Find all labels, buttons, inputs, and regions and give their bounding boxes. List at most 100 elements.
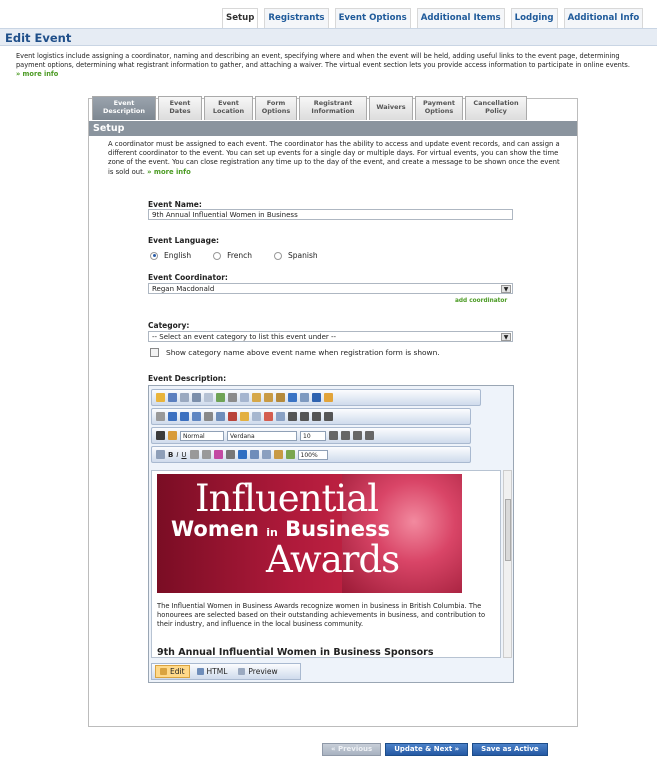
indent-icon[interactable] — [365, 431, 374, 440]
zoom-icon[interactable] — [237, 450, 247, 459]
find-icon[interactable] — [180, 393, 189, 402]
font-color-icon[interactable] — [156, 431, 165, 440]
save-as-active-button[interactable]: Save as Active — [472, 743, 548, 756]
align-justify-icon[interactable] — [324, 412, 333, 421]
form-icon[interactable] — [252, 412, 261, 421]
zoom-select[interactable]: 100% — [297, 449, 328, 460]
media-icon[interactable] — [228, 412, 237, 421]
paste-text-icon[interactable] — [264, 393, 273, 402]
italic-icon[interactable]: I — [176, 451, 178, 459]
print-icon[interactable] — [192, 393, 201, 402]
align-center-icon[interactable] — [300, 412, 309, 421]
language-option-french[interactable]: French — [213, 251, 252, 260]
update-next-button[interactable]: Update & Next » — [385, 743, 469, 756]
insert-icon[interactable] — [249, 450, 259, 459]
clean-format-icon[interactable] — [225, 450, 235, 459]
add-coordinator-link[interactable]: add coordinator — [455, 298, 507, 304]
horizontal-rule-icon[interactable] — [204, 412, 213, 421]
footer-buttons: « Previous Update & Next » Save as Activ… — [322, 743, 548, 756]
align-left-icon[interactable] — [288, 412, 297, 421]
paste-icon[interactable] — [252, 393, 261, 402]
tab-registrants[interactable]: Registrants — [264, 8, 329, 28]
outdent-icon[interactable] — [353, 431, 362, 440]
spellcheck-icon[interactable] — [216, 393, 225, 402]
radio-spanish[interactable] — [274, 251, 283, 260]
page-title: Edit Event — [5, 31, 72, 45]
cut-icon[interactable] — [228, 393, 237, 402]
align-right-icon[interactable] — [312, 412, 321, 421]
format-icon[interactable] — [213, 450, 223, 459]
editor-scrollbar[interactable] — [503, 470, 512, 658]
new-document-icon[interactable] — [156, 450, 165, 459]
html-mode-tab[interactable]: HTML — [193, 666, 232, 677]
subtab-line1: Waivers — [376, 103, 406, 111]
line-break-icon[interactable] — [276, 412, 285, 421]
category-select[interactable]: -- Select an event category to list this… — [148, 331, 513, 342]
info-icon[interactable] — [324, 393, 333, 402]
language-option-spanish[interactable]: Spanish — [274, 251, 318, 260]
emoticon-icon[interactable] — [240, 412, 249, 421]
undo-icon[interactable] — [168, 412, 177, 421]
subtab-event-description[interactable]: Event Description — [92, 96, 156, 120]
event-name-input[interactable]: 9th Annual Influential Women in Business — [148, 209, 513, 220]
subtab-line2: Options — [261, 106, 291, 115]
font-family-select[interactable]: Verdana — [227, 430, 297, 441]
previous-button[interactable]: « Previous — [322, 743, 382, 756]
special-char-icon[interactable] — [264, 412, 273, 421]
tab-additional-info[interactable]: Additional Info — [563, 8, 644, 28]
help-icon[interactable] — [156, 393, 165, 402]
subtab-payment-options[interactable]: Payment Options — [415, 96, 463, 120]
subtab-cancellation-policy[interactable]: Cancellation Policy — [465, 96, 527, 120]
image-icon[interactable] — [216, 412, 225, 421]
coordinator-select[interactable]: Regan Macdonald ▼ — [148, 283, 513, 294]
copy-icon[interactable] — [240, 393, 249, 402]
subtab-waivers[interactable]: Waivers — [369, 96, 413, 120]
pencil-icon — [160, 668, 167, 675]
template-icon[interactable] — [261, 450, 271, 459]
subtab-event-dates[interactable]: Event Dates — [158, 96, 202, 120]
superscript-icon[interactable] — [189, 450, 199, 459]
chevron-down-icon[interactable]: ▼ — [501, 285, 511, 293]
show-category-checkbox[interactable] — [150, 348, 159, 357]
setup-more-info-link[interactable]: » more info — [147, 168, 191, 176]
subtab-line2: Options — [424, 106, 454, 115]
save-icon[interactable] — [168, 393, 177, 402]
subtab-event-location[interactable]: Event Location — [204, 96, 253, 120]
font-size-select[interactable]: 10 — [300, 430, 326, 441]
radio-english[interactable] — [150, 251, 158, 260]
editor-content-area[interactable]: Influential Women in Business Awards The… — [151, 470, 501, 658]
tab-setup[interactable]: Setup — [222, 8, 259, 28]
numbered-list-icon[interactable] — [329, 431, 338, 440]
bold-icon[interactable]: B — [168, 451, 173, 459]
chart-icon[interactable] — [285, 450, 295, 459]
globe-icon[interactable] — [288, 393, 297, 402]
paragraph-style-select[interactable]: Normal — [180, 430, 224, 441]
bullet-list-icon[interactable] — [341, 431, 350, 440]
paste-word-icon[interactable] — [276, 393, 285, 402]
subtab-form-options[interactable]: Form Options — [255, 96, 297, 120]
redo-icon[interactable] — [180, 412, 189, 421]
select-all-icon[interactable] — [156, 412, 165, 421]
edit-mode-tab[interactable]: Edit — [155, 665, 190, 678]
preview-mode-tab[interactable]: Preview — [234, 666, 281, 677]
scrollbar-thumb[interactable] — [505, 499, 511, 561]
preview-icon[interactable] — [204, 393, 213, 402]
anchor-icon[interactable] — [312, 393, 321, 402]
tab-event-options[interactable]: Event Options — [334, 8, 411, 28]
intro-text: Event logistics include assigning a coor… — [16, 52, 636, 79]
highlight-icon[interactable] — [168, 431, 177, 440]
link-icon[interactable] — [300, 393, 309, 402]
chevron-down-icon[interactable]: ▼ — [501, 333, 511, 341]
category-label: Category: — [148, 321, 190, 330]
radio-french[interactable] — [213, 251, 222, 260]
tab-additional-items[interactable]: Additional Items — [416, 8, 505, 28]
subscript-icon[interactable] — [201, 450, 211, 459]
intro-more-info-link[interactable]: » more info — [16, 70, 58, 78]
language-option-english[interactable]: English — [150, 251, 191, 260]
underline-icon[interactable]: U — [181, 451, 186, 459]
subtab-registrant-information[interactable]: Registrant Information — [299, 96, 367, 120]
table-icon[interactable] — [192, 412, 201, 421]
rich-text-editor: Normal Verdana 10 B I U 100% Influential… — [148, 385, 514, 683]
module-icon[interactable] — [273, 450, 283, 459]
tab-lodging[interactable]: Lodging — [510, 8, 558, 28]
